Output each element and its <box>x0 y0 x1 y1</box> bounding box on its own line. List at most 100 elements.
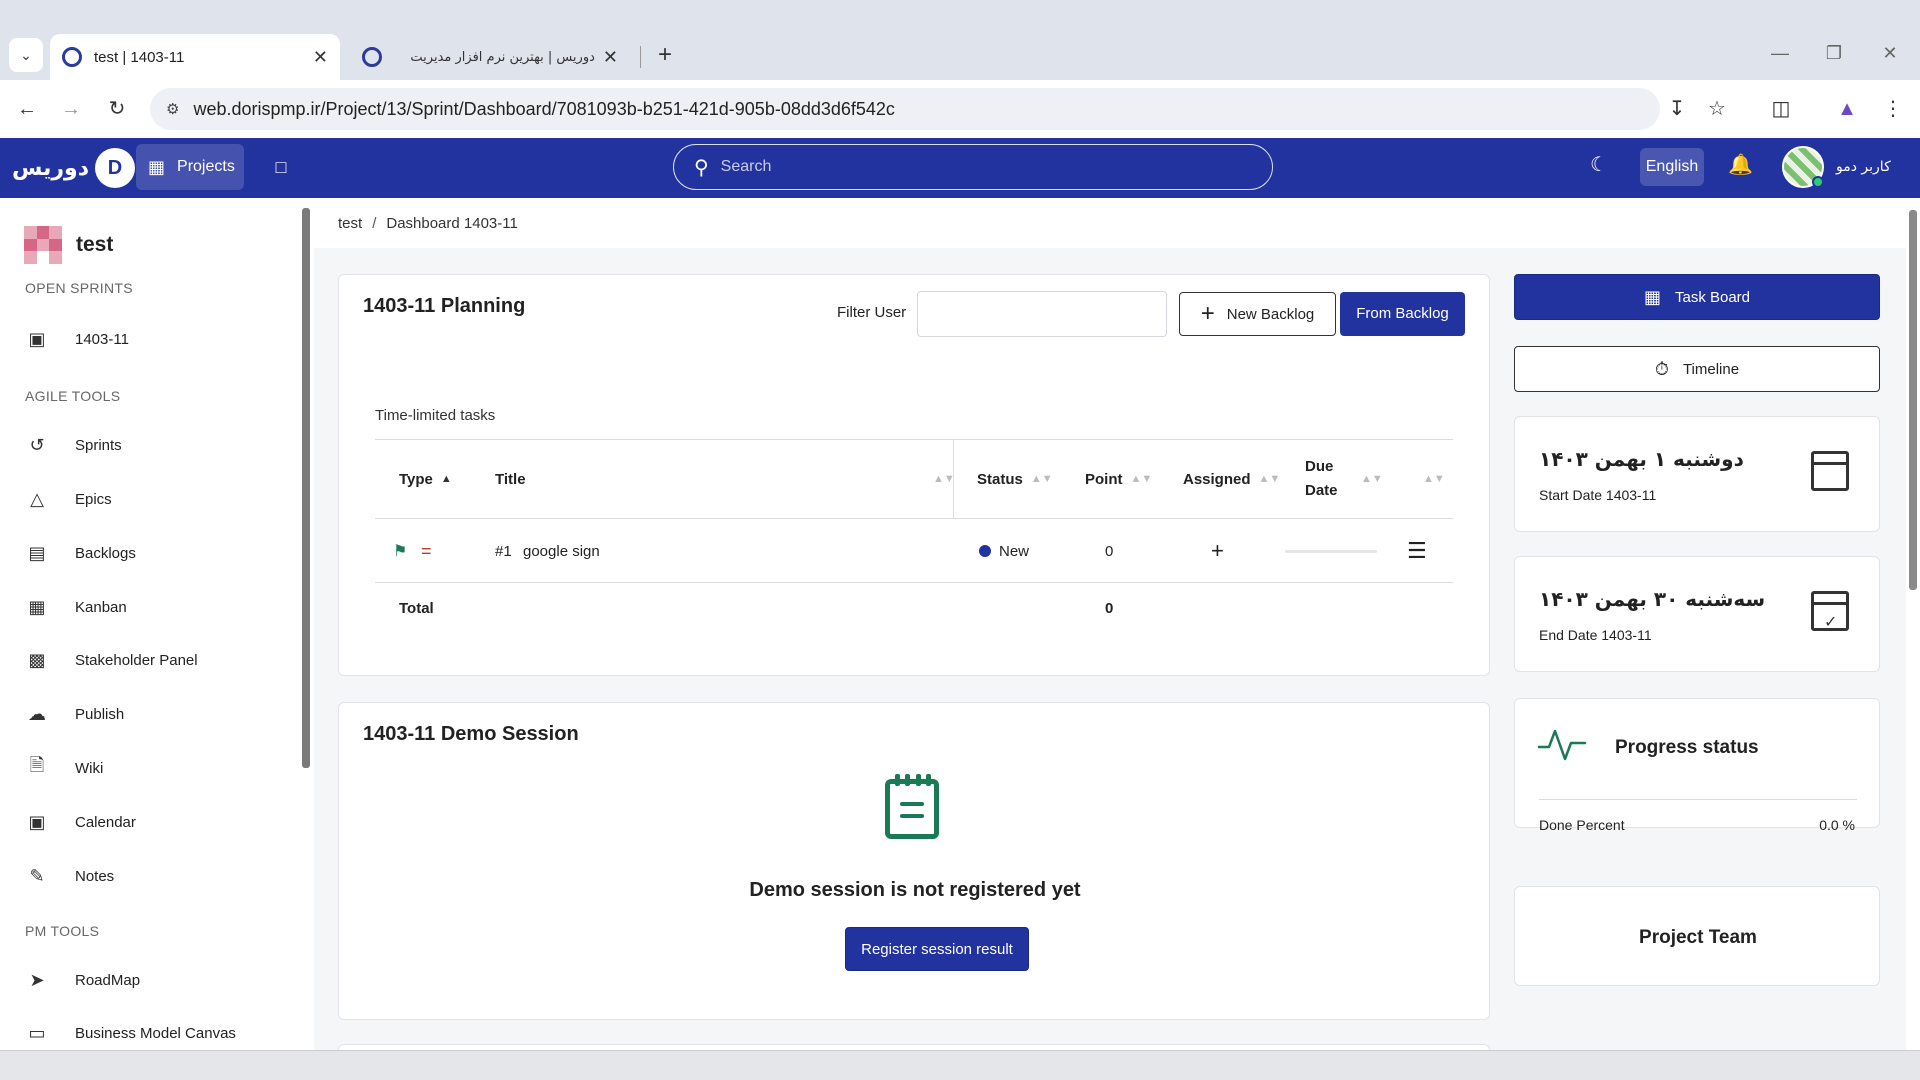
search-input[interactable] <box>720 158 1221 176</box>
column-assigned[interactable]: Assigned ▲▼ <box>1183 440 1280 518</box>
back-icon[interactable]: ← <box>12 94 42 124</box>
filter-user-input[interactable] <box>917 291 1167 337</box>
table-row[interactable]: ⚑ = #1 google sign New 0 + ☰ <box>375 519 1453 583</box>
sidebar-item-kanban[interactable]: ▦ Kanban <box>25 592 127 622</box>
close-window-icon[interactable]: ✕ <box>1870 38 1910 68</box>
column-status[interactable]: Status ▲▼ <box>977 440 1053 518</box>
time-limited-tasks-label: Time-limited tasks <box>375 407 496 424</box>
sort-icon[interactable]: ▲▼ <box>1259 473 1281 485</box>
minimize-icon[interactable]: — <box>1760 38 1800 68</box>
project-header[interactable]: test <box>24 226 113 264</box>
sidebar-item-backlogs[interactable]: ▤ Backlogs <box>25 538 135 568</box>
projects-button[interactable]: ▦ Projects <box>136 144 244 190</box>
site-info-icon[interactable]: ⚙ <box>166 100 179 118</box>
chat-icon[interactable]: □ <box>266 152 296 182</box>
plus-icon: + <box>1200 300 1215 327</box>
sidebar-item-label: RoadMap <box>75 971 141 989</box>
notes-icon: ✎ <box>29 865 45 886</box>
doris-logo-icon: D <box>95 148 135 188</box>
sidebar-item-sprints[interactable]: ↺ Sprints <box>25 430 122 460</box>
row-menu-icon[interactable]: ☰ <box>1407 519 1427 583</box>
browser-tab-active[interactable]: test | 1403-11 ✕ <box>50 34 340 80</box>
new-backlog-button[interactable]: + New Backlog <box>1179 292 1336 336</box>
dark-mode-icon[interactable]: ☾ <box>1590 152 1608 177</box>
project-team-title: Project Team <box>1639 927 1757 948</box>
sort-due-date-icon[interactable]: ▲▼ <box>1353 440 1383 518</box>
column-type[interactable]: Type ▲ <box>399 440 452 518</box>
sidebar-item-roadmap[interactable]: ➤ RoadMap <box>25 965 140 995</box>
task-board-label: Task Board <box>1674 288 1751 306</box>
bookmark-star-icon[interactable]: ☆ <box>1702 94 1732 124</box>
sidebar-item-wiki[interactable]: 🗎 Wiki <box>25 753 104 783</box>
browser-tab-inactive[interactable]: دوریس | بهترین نرم افزار مدیریت ✕ <box>350 34 630 80</box>
due-date-field[interactable] <box>1285 519 1377 583</box>
task-title[interactable]: google sign <box>523 519 600 583</box>
column-type-label: Type <box>399 470 433 488</box>
history-icon: ↺ <box>29 434 45 455</box>
extensions-icon[interactable]: ◫ <box>1766 94 1796 124</box>
restore-icon[interactable]: ❐ <box>1814 38 1854 68</box>
notification-bell-icon[interactable]: 🔔 <box>1728 152 1753 177</box>
user-menu[interactable]: کاربر دمو <box>1782 146 1891 188</box>
sidebar-item-notes[interactable]: ✎ Notes <box>25 861 114 891</box>
breadcrumb-separator: / <box>372 214 377 232</box>
profile-icon[interactable]: ▲ <box>1832 94 1862 124</box>
sidebar-scrollbar[interactable] <box>300 198 314 1050</box>
timeline-label: Timeline <box>1682 360 1740 378</box>
sidebar-item-calendar[interactable]: ▣ Calendar <box>25 807 135 837</box>
close-icon[interactable]: ✕ <box>313 47 328 68</box>
register-session-button[interactable]: Register session result <box>845 927 1029 971</box>
language-button[interactable]: English <box>1640 148 1704 186</box>
sidebar-item-business-model-canvas[interactable]: ▭ Business Model Canvas <box>25 1018 235 1048</box>
sort-icon[interactable]: ▲▼ <box>1131 473 1153 485</box>
grid-icon: ▦ <box>148 156 166 177</box>
app-header: دوریس D ▦ Projects □ ⚲ ☾ English 🔔 کاربر… <box>0 138 1920 198</box>
avatar[interactable] <box>1782 146 1824 188</box>
bookmark-icon: ⚑ <box>393 543 408 560</box>
browser-tab-bar: ⌄ test | 1403-11 ✕ دوریس | بهترین نرم اف… <box>0 0 1920 80</box>
reload-icon[interactable]: ↻ <box>102 94 132 124</box>
sidebar-item-label: Kanban <box>75 598 127 616</box>
sidebar-item-sprint-1403-11[interactable]: ▣ 1403-11 <box>25 324 128 354</box>
brand-logo[interactable]: دوریس D <box>12 148 135 188</box>
project-team-card: Project Team <box>1514 886 1880 986</box>
install-app-icon[interactable]: ↧ <box>1662 94 1692 124</box>
sidebar-item-epics[interactable]: △ Epics <box>25 484 112 514</box>
sort-asc-icon[interactable]: ▲ <box>441 473 452 485</box>
browser-menu-icon[interactable]: ⋮ <box>1878 94 1908 124</box>
sort-icon[interactable]: ▲▼ <box>1031 473 1053 485</box>
sort-title-icon[interactable]: ▲▼ <box>925 440 955 518</box>
sidebar-item-stakeholder-panel[interactable]: ▩ Stakeholder Panel <box>25 645 197 675</box>
page-scrollbar[interactable] <box>1906 198 1920 1050</box>
doc-icon: 🗎 <box>29 755 45 775</box>
projects-label: Projects <box>177 158 235 175</box>
publish-cloud-icon: ☁ <box>28 703 46 724</box>
column-title[interactable]: Title <box>495 440 526 518</box>
column-due-date[interactable]: Due Date <box>1305 440 1338 518</box>
sidebar: test OPEN SPRINTS ▣ 1403-11 AGILE TOOLS … <box>0 198 300 1050</box>
breadcrumb: test / Dashboard 1403-11 <box>314 198 1906 248</box>
new-tab-button[interactable]: + <box>650 40 680 70</box>
forward-icon[interactable]: → <box>56 94 86 124</box>
divider <box>1539 799 1857 800</box>
breadcrumb-project-link[interactable]: test <box>338 215 362 232</box>
task-board-button[interactable]: ▦ Task Board <box>1514 274 1880 320</box>
tab-search-button[interactable]: ⌄ <box>9 38 43 72</box>
table-total-row: Total 0 <box>375 583 1453 633</box>
archive-icon: ▤ <box>28 542 46 563</box>
doris-favicon-icon <box>62 47 82 67</box>
sidebar-item-publish[interactable]: ☁ Publish <box>25 699 124 729</box>
status-badge[interactable]: New <box>979 519 1029 583</box>
sidebar-item-label: Sprints <box>75 436 122 454</box>
sort-actions-icon[interactable]: ▲▼ <box>1415 440 1445 518</box>
url-field[interactable]: ⚙ web.dorispmp.ir/Project/13/Sprint/Dash… <box>150 88 1660 130</box>
column-point[interactable]: Point ▲▼ <box>1085 440 1152 518</box>
calendar-icon: ▣ <box>28 328 46 349</box>
add-assignee-icon[interactable]: + <box>1211 519 1224 583</box>
from-backlog-button[interactable]: From Backlog <box>1340 292 1465 336</box>
close-icon[interactable]: ✕ <box>603 47 618 68</box>
timeline-button[interactable]: ⏱ Timeline <box>1514 346 1880 392</box>
page-scrollbar-thumb[interactable] <box>1909 210 1917 590</box>
sidebar-scrollbar-thumb[interactable] <box>302 208 310 768</box>
end-date-card: سه‌شنبه ۳۰ بهمن ۱۴۰۳ End Date 1403-11 ✓ <box>1514 556 1880 672</box>
